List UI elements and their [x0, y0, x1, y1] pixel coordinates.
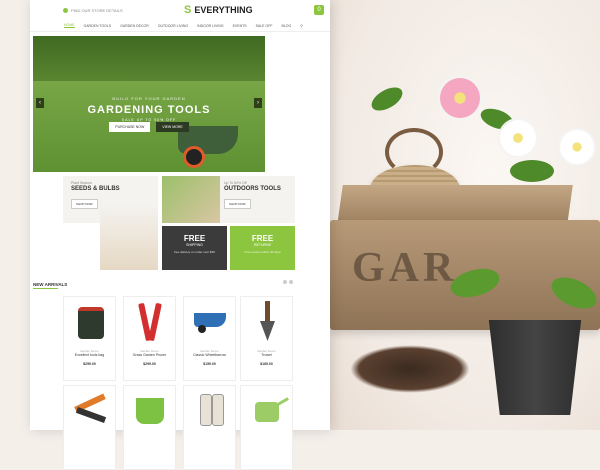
product-card[interactable]: [183, 385, 236, 470]
product-price: $259.00: [83, 362, 96, 366]
product-price: $299.00: [143, 362, 156, 366]
pink-flower: [440, 78, 480, 118]
gloves-icon: [212, 394, 224, 426]
top-bar: FIND OUR STORE DETAILS S EVERYTHING 0: [30, 0, 330, 20]
crate-lettering: GAR: [352, 245, 458, 291]
site-logo[interactable]: S EVERYTHING: [184, 4, 253, 16]
box-title: FREE: [183, 234, 206, 243]
view-more-button[interactable]: VIEW MORE: [156, 122, 189, 132]
cart-button[interactable]: 0: [313, 5, 324, 15]
store-locator-text: FIND OUR STORE DETAILS: [71, 7, 123, 13]
hand-tools-icon: [75, 407, 107, 423]
promo-small-text: Plant Season: [71, 181, 92, 185]
nav-item-garden-tools[interactable]: GARDEN TOOLS: [84, 24, 112, 28]
promo-title: OUTDOORS TOOLS: [224, 186, 281, 192]
box-subtitle: SHIPPING: [186, 243, 203, 247]
trowel-icon: [260, 321, 275, 341]
carousel-dots: [283, 280, 293, 284]
cart-count: 0: [317, 7, 321, 13]
purchase-now-button[interactable]: PURCHASE NOW: [109, 122, 151, 132]
logo-text: EVERYTHING: [194, 5, 253, 15]
box-desc: Free returns within 30 days: [244, 250, 281, 254]
black-pot: [488, 320, 582, 415]
decorative-garden-photo: GAR: [330, 0, 600, 430]
nav-item-blog[interactable]: BLOG: [282, 24, 292, 28]
leaf-shape: [367, 82, 407, 116]
product-price: $159.00: [203, 362, 216, 366]
hero-slider: BUILD FOR YOUR GARDEN GARDENING TOOLS SA…: [33, 36, 265, 172]
outdoor-tools-image: [162, 176, 220, 223]
product-image[interactable]: [124, 297, 175, 347]
promo-shop-now-button[interactable]: SHOP NOW: [71, 199, 98, 209]
crate-rim: [337, 185, 573, 225]
product-name[interactable]: Classic Wheelbarrow: [184, 353, 235, 357]
box-subtitle: RETURNS: [254, 243, 271, 247]
promo-shop-now-button[interactable]: SHOP NOW: [224, 199, 251, 209]
nav-item-outdoor-living[interactable]: OUTDOOR LIVING: [158, 24, 188, 28]
bucket-icon: [136, 398, 164, 424]
free-shipping-box: FREE SHIPPING free delivery on order ove…: [162, 226, 227, 270]
white-flower: [500, 120, 536, 156]
soil-pile: [350, 345, 470, 393]
nav-item-home[interactable]: HOME: [64, 23, 75, 28]
hero-title: GARDENING TOOLS: [87, 104, 211, 116]
promo-outdoor-tools[interactable]: Up To 50% Off OUTDOORS TOOLS SHOP NOW: [162, 176, 295, 223]
carousel-dot[interactable]: [289, 280, 293, 284]
hero-prev-arrow[interactable]: ‹: [36, 98, 44, 108]
product-card[interactable]: Garden Decor Excellent tools bag $259.00: [63, 296, 116, 381]
watering-can-icon: [255, 402, 279, 422]
search-icon[interactable]: ⚲: [300, 24, 303, 28]
gloves-icon: [200, 394, 212, 426]
product-name[interactable]: Excellent tools bag: [64, 353, 115, 357]
product-image[interactable]: [64, 386, 115, 436]
section-underline: [33, 288, 58, 289]
promo-title: SEEDS & BULBS: [71, 186, 120, 192]
product-name[interactable]: Grass Garden Pruner: [124, 353, 175, 357]
trowel-handle: [265, 301, 270, 321]
logo-mark: S: [184, 4, 192, 16]
product-card[interactable]: [63, 385, 116, 470]
carousel-dot[interactable]: [283, 280, 287, 284]
product-card[interactable]: Garden Decor Classic Wheelbarrow $159.00: [183, 296, 236, 381]
tool-bag-icon: [78, 307, 104, 339]
main-nav: HOME GARDEN TOOLS GARDEN DECOR OUTDOOR L…: [30, 20, 330, 32]
nav-item-events[interactable]: EVENTS: [233, 24, 247, 28]
product-image[interactable]: [241, 297, 292, 347]
product-image[interactable]: [241, 386, 292, 436]
store-locator[interactable]: FIND OUR STORE DETAILS: [63, 7, 123, 13]
hero-trees: [33, 36, 265, 81]
product-image[interactable]: [184, 297, 235, 347]
new-arrivals-title: NEW ARRIVALS: [33, 282, 68, 287]
product-image[interactable]: [64, 297, 115, 347]
product-image[interactable]: [124, 386, 175, 436]
promo-small-text: Up To 50% Off: [224, 181, 247, 185]
wheelbarrow-wheel: [183, 146, 205, 168]
product-card[interactable]: [240, 385, 293, 470]
pruner-icon: [148, 302, 162, 342]
hero-pretitle: BUILD FOR YOUR GARDEN: [112, 96, 186, 101]
watering-can-spout: [277, 397, 289, 406]
hero-buttons: PURCHASE NOW VIEW MORE: [33, 122, 265, 132]
product-card[interactable]: Garden Decor Trowel $169.00: [240, 296, 293, 381]
product-image[interactable]: [184, 386, 235, 436]
box-title: FREE: [251, 234, 274, 243]
hero-caption: BUILD FOR YOUR GARDEN GARDENING TOOLS SA…: [33, 96, 265, 122]
product-name[interactable]: Trowel: [241, 353, 292, 357]
box-desc: free delivery on order over $99: [174, 250, 215, 254]
leaf-shape: [510, 160, 554, 182]
seed-crate-image: [100, 205, 158, 270]
location-icon: [63, 7, 68, 13]
free-returns-box: FREE RETURNS Free returns within 30 days: [230, 226, 295, 270]
nav-item-garden-decor[interactable]: GARDEN DECOR: [120, 24, 149, 28]
product-price: $169.00: [260, 362, 273, 366]
product-card[interactable]: [123, 385, 176, 470]
hero-next-arrow[interactable]: ›: [254, 98, 262, 108]
product-card[interactable]: Garden Decor Grass Garden Pruner $299.00: [123, 296, 176, 381]
wheel-icon: [198, 325, 206, 333]
white-flower: [560, 130, 594, 164]
nav-item-sale-off[interactable]: SALE OFF: [256, 24, 273, 28]
nav-item-indoor-living[interactable]: INDOOR LIVING: [197, 24, 223, 28]
